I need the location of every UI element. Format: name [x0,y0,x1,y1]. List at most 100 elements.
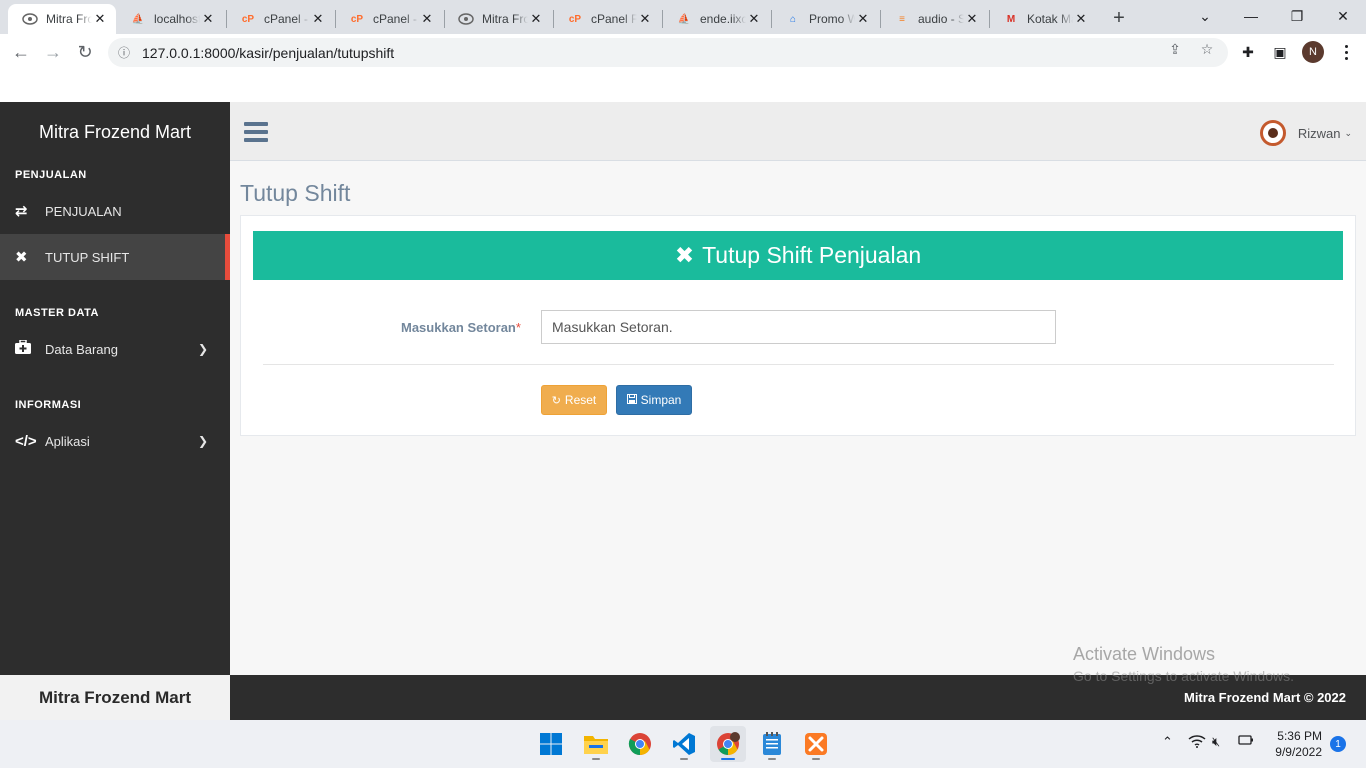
address-bar[interactable]: ⓘ 127.0.0.1:8000/kasir/penjualan/tutupsh… [108,38,1228,67]
cpanel-icon: cP [350,13,364,25]
setoran-label: Masukkan Setoran* [401,320,521,335]
extensions-icon[interactable]: ✚ [1238,42,1258,62]
panel-title: Tutup Shift Penjualan [702,242,922,268]
file-explorer-icon[interactable] [578,726,614,762]
user-menu[interactable]: Rizwan ⌄ [1259,120,1352,146]
close-tab-icon[interactable]: ✕ [855,11,871,27]
mitra-logo-icon [22,11,38,27]
reload-button[interactable]: ↻ [72,39,98,65]
browser-tab[interactable]: M Kotak Masuk ✕ [989,4,1097,34]
save-button[interactable]: Simpan [616,385,692,415]
restore-button[interactable]: ❐ [1274,0,1320,32]
chrome-icon[interactable] [622,726,658,762]
browser-tab[interactable]: ⌂ Promo Web ✕ [771,4,879,34]
chevron-down-icon: ⌄ [1344,127,1352,138]
gmail-icon: M [1006,13,1016,25]
sidebar-item-data-barang[interactable]: Data Barang ❯ [0,326,230,372]
cpanel-icon: cP [241,13,255,25]
side-panel-icon[interactable]: ▣ [1270,42,1290,62]
phpmyadmin-icon: ⛵ [677,13,691,25]
notification-badge[interactable]: 1 [1330,736,1346,752]
promo-icon: ⌂ [789,13,797,25]
chevron-down-icon: ❯ [197,342,208,356]
browser-tab[interactable]: cP cPanel - Tools ✕ [226,4,334,34]
close-tab-icon[interactable]: ✕ [964,11,980,27]
close-tab-icon[interactable]: ✕ [1073,11,1089,27]
main-content: Tutup Shift ✖ Tutup Shift Penjualan Masu… [230,161,1366,675]
browser-tab[interactable]: ⛵ ende.iixcp ✕ [662,4,770,34]
browser-toolbar: ← → ↻ ⓘ 127.0.0.1:8000/kasir/penjualan/t… [0,34,1366,71]
close-tab-icon[interactable]: ✕ [637,11,653,27]
mitra-logo-icon [458,11,474,27]
footer-text: Mitra Frozend Mart © 2022 [1183,690,1346,705]
windows-taskbar: ⌃ 🔇︎ 5:36 PM 9/9/2022 1 [0,720,1366,768]
browser-tab-strip: Mitra Frozend Mart ✕ ⛵ localhost / 127.0… [0,0,1366,34]
close-window-button[interactable]: ✕ [1320,0,1366,32]
new-tab-button[interactable]: + [1108,7,1130,29]
battery-icon[interactable] [1238,734,1254,749]
sidebar-item-aplikasi[interactable]: </> Aplikasi ❯ [0,418,230,464]
save-icon [626,393,637,407]
close-icon: ✖ [674,242,695,268]
section-title-penjualan: PENJUALAN [15,169,87,181]
share-icon[interactable]: ⇪ [1166,40,1184,58]
profile-avatar[interactable]: N [1302,41,1324,63]
site-info-icon[interactable]: ⓘ [108,44,138,61]
clock-time: 5:36 PM [1277,729,1322,743]
forward-button[interactable]: → [40,39,66,65]
form-panel: ✖ Tutup Shift Penjualan Masukkan Setoran… [240,215,1356,436]
browser-tab[interactable]: Mitra Frozend Mart ✕ [444,4,552,34]
cpanel-icon: cP [568,13,582,25]
sidebar-item-tutup-shift[interactable]: ✖ TUTUP SHIFT [0,234,230,280]
user-name: Rizwan [1297,125,1341,141]
close-tab-icon[interactable]: ✕ [200,11,216,27]
sidebar: Mitra Frozend Mart PENJUALAN ⇄ PENJUALAN… [0,102,230,675]
browser-tab[interactable]: ≡ audio - Stack Overflow ✕ [880,4,988,34]
bookmark-star-icon[interactable]: ☆ [1198,40,1216,58]
minimize-button[interactable]: — [1228,0,1274,32]
chevron-down-icon: ❯ [197,434,208,448]
notepad-icon[interactable] [754,726,790,762]
medkit-icon [15,339,45,358]
browser-menu-icon[interactable] [1336,42,1356,62]
url-text: 127.0.0.1:8000/kasir/penjualan/tutupshif… [142,44,395,61]
reset-button[interactable]: ↻ Reset [541,385,607,415]
show-hidden-icons-icon[interactable]: ⌃ [1162,734,1173,750]
sidebar-item-label: Aplikasi [45,433,90,449]
activate-windows-hint: Go to Settings to activate Windows. [1073,668,1294,684]
xampp-icon[interactable] [798,726,834,762]
stackoverflow-icon: ≡ [899,13,905,25]
close-tab-icon[interactable]: ✕ [419,11,435,27]
browser-tab[interactable]: Mitra Frozend Mart ✕ [8,4,116,34]
system-clock[interactable]: 5:36 PM 9/9/2022 [1266,728,1322,760]
panel-header: ✖ Tutup Shift Penjualan [253,231,1343,280]
browser-tab[interactable]: ⛵ localhost / 127.0.0.1 ✕ [116,4,224,34]
chrome-profile-icon[interactable] [710,726,746,762]
windows-start-icon[interactable] [533,726,569,762]
tab-search-icon[interactable]: ⌄ [1182,0,1228,32]
divider [263,364,1334,365]
sidebar-item-label: Data Barang [45,341,118,357]
close-tab-icon[interactable]: ✕ [528,11,544,27]
close-tab-icon[interactable]: ✕ [310,11,326,27]
close-tab-icon[interactable]: ✕ [92,11,108,27]
sidebar-brand[interactable]: Mitra Frozend Mart [0,102,230,162]
menu-toggle-icon[interactable] [244,122,268,142]
volume-muted-icon[interactable]: 🔇︎ [1212,734,1220,750]
back-button[interactable]: ← [8,39,34,65]
refresh-icon: ↻ [551,394,561,407]
page-title: Tutup Shift [240,180,351,206]
close-icon: ✖ [15,249,28,266]
browser-tab[interactable]: cP cPanel - Tools ✕ [335,4,443,34]
browser-tab[interactable]: cP cPanel File Manager ✕ [553,4,661,34]
top-navbar: Rizwan ⌄ [230,102,1366,161]
sidebar-item-penjualan[interactable]: ⇄ PENJUALAN [0,188,230,234]
activate-windows-watermark: Activate Windows [1073,644,1216,664]
sidebar-footer-brand: Mitra Frozend Mart [0,675,230,720]
vscode-icon[interactable] [666,726,702,762]
setoran-input[interactable] [541,310,1056,344]
phpmyadmin-icon: ⛵ [131,13,145,25]
close-tab-icon[interactable]: ✕ [746,11,762,27]
wifi-icon[interactable] [1188,734,1206,751]
exchange-icon: ⇄ [15,203,28,220]
